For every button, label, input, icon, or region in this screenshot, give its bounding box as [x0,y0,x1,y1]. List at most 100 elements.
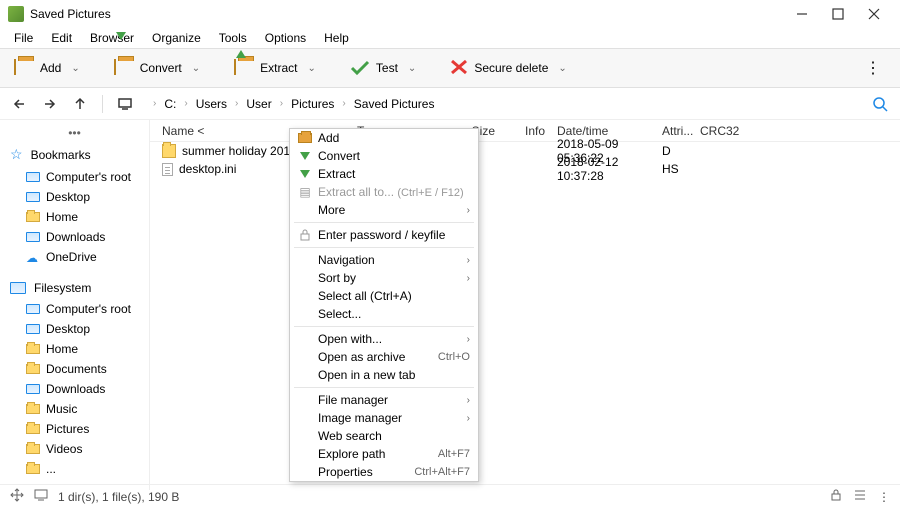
add-box-icon [14,60,34,76]
drive-icon [26,384,40,394]
ctx-more[interactable]: More› [290,201,478,219]
sidebar-item-onedrive[interactable]: ☁OneDrive [0,247,149,267]
ctx-extract-all[interactable]: ▤Extract all to... (Ctrl+E / F12) [290,183,478,201]
sidebar-overflow-icon[interactable]: ••• [0,124,149,142]
folder-icon [26,464,40,474]
ctx-add[interactable]: Add [290,129,478,147]
extract-icon [234,60,254,76]
convert-icon [114,60,134,76]
chevron-right-icon: › [184,98,187,109]
sidebar-fs-desktop[interactable]: Desktop [0,319,149,339]
test-button[interactable]: Test ⌄ [344,56,422,80]
col-attr[interactable]: Attri... [656,124,694,138]
ctx-navigation[interactable]: Navigation› [290,251,478,269]
chevron-right-icon: › [235,98,238,109]
close-button[interactable] [856,0,892,28]
crumb-c[interactable]: C: [164,97,176,111]
chevron-down-icon: ⌄ [408,63,416,74]
menu-file[interactable]: File [6,29,41,47]
chevron-right-icon: › [467,334,470,345]
lock-icon [296,229,314,241]
sidebar-bookmarks[interactable]: ☆Bookmarks [0,142,149,167]
check-icon [350,60,370,76]
chevron-right-icon: › [467,273,470,284]
computer-button[interactable] [113,92,137,116]
drive-stack-icon: ▤ [296,185,314,199]
bookmarks-label: Bookmarks [31,148,91,162]
col-info[interactable]: Info [501,124,551,138]
ctx-open-new-tab[interactable]: Open in a new tab [290,366,478,384]
lock-icon[interactable] [830,489,842,504]
maximize-button[interactable] [820,0,856,28]
sidebar-item-computers-root[interactable]: Computer's root [0,167,149,187]
add-button[interactable]: Add ⌄ [8,56,86,80]
crumb-user[interactable]: User [246,97,271,111]
breadcrumb: › C: › Users › User › Pictures › Saved P… [153,97,434,111]
menu-options[interactable]: Options [257,29,314,47]
menu-browser[interactable]: Browser [82,29,142,47]
ctx-open-with[interactable]: Open with...› [290,330,478,348]
monitor-icon[interactable] [34,489,48,504]
test-label: Test [376,61,398,75]
add-label: Add [40,61,61,75]
more-icon[interactable]: ⋮ [878,490,890,504]
chevron-down-icon: ⌄ [558,63,566,74]
chevron-down-icon: ⌄ [192,63,200,74]
column-headers: Name < Type Size Info Date/time Attri...… [150,120,900,142]
sidebar-item-desktop[interactable]: Desktop [0,187,149,207]
sidebar-fs-home[interactable]: Home [0,339,149,359]
ctx-file-manager[interactable]: File manager› [290,391,478,409]
ctx-explore-path[interactable]: Explore pathAlt+F7 [290,445,478,463]
ctx-sort-by[interactable]: Sort by› [290,269,478,287]
col-date[interactable]: Date/time [551,124,656,138]
file-row[interactable]: summer holiday 2017 2018-05-09 05:36:22 … [150,142,900,160]
ctx-extract[interactable]: Extract [290,165,478,183]
convert-button[interactable]: Convert ⌄ [108,56,206,80]
sidebar-fs-documents[interactable]: Documents [0,359,149,379]
sidebar-fs-computers-root[interactable]: Computer's root [0,299,149,319]
toolbar-overflow[interactable]: ⋮ [855,58,892,78]
list-view-icon[interactable] [854,489,866,504]
move-icon[interactable] [10,488,24,505]
menu-tools[interactable]: Tools [211,29,255,47]
col-crc[interactable]: CRC32 [694,124,754,138]
ctx-convert[interactable]: Convert [290,147,478,165]
search-button[interactable] [868,92,892,116]
crumb-saved-pictures[interactable]: Saved Pictures [354,97,435,111]
x-icon [450,59,468,78]
sidebar-fs-downloads[interactable]: Downloads [0,379,149,399]
drive-icon [26,304,40,314]
minimize-button[interactable] [784,0,820,28]
back-button[interactable] [8,92,32,116]
menu-edit[interactable]: Edit [43,29,80,47]
main-toolbar: Add ⌄ Convert ⌄ Extract ⌄ Test ⌄ Secure … [0,48,900,88]
chevron-right-icon: › [280,98,283,109]
sidebar-fs-pictures[interactable]: Pictures [0,419,149,439]
file-row[interactable]: desktop.ini 2018-02-12 10:37:28 HS [150,160,900,178]
sidebar-filesystem[interactable]: Filesystem [0,277,149,299]
crumb-pictures[interactable]: Pictures [291,97,334,111]
up-button[interactable] [68,92,92,116]
ctx-select-all[interactable]: Select all (Ctrl+A) [290,287,478,305]
sidebar-fs-videos[interactable]: Videos [0,439,149,459]
secure-delete-button[interactable]: Secure delete ⌄ [444,55,572,82]
sidebar-fs-music[interactable]: Music [0,399,149,419]
ctx-properties[interactable]: PropertiesCtrl+Alt+F7 [290,463,478,481]
extract-button[interactable]: Extract ⌄ [228,56,322,80]
ctx-image-manager[interactable]: Image manager› [290,409,478,427]
folder-icon [26,424,40,434]
sidebar-item-home[interactable]: Home [0,207,149,227]
sidebar-fs-more[interactable]: ... [0,459,149,479]
sidebar-item-downloads[interactable]: Downloads [0,227,149,247]
menu-help[interactable]: Help [316,29,357,47]
ctx-enter-password[interactable]: Enter password / keyfile [290,226,478,244]
chevron-right-icon: › [153,98,156,109]
crumb-users[interactable]: Users [196,97,227,111]
menu-organize[interactable]: Organize [144,29,209,47]
ctx-select[interactable]: Select... [290,305,478,323]
chevron-right-icon: › [467,413,470,424]
forward-button[interactable] [38,92,62,116]
ctx-web-search[interactable]: Web search [290,427,478,445]
ctx-open-as-archive[interactable]: Open as archiveCtrl+O [290,348,478,366]
drive-icon [26,232,40,242]
